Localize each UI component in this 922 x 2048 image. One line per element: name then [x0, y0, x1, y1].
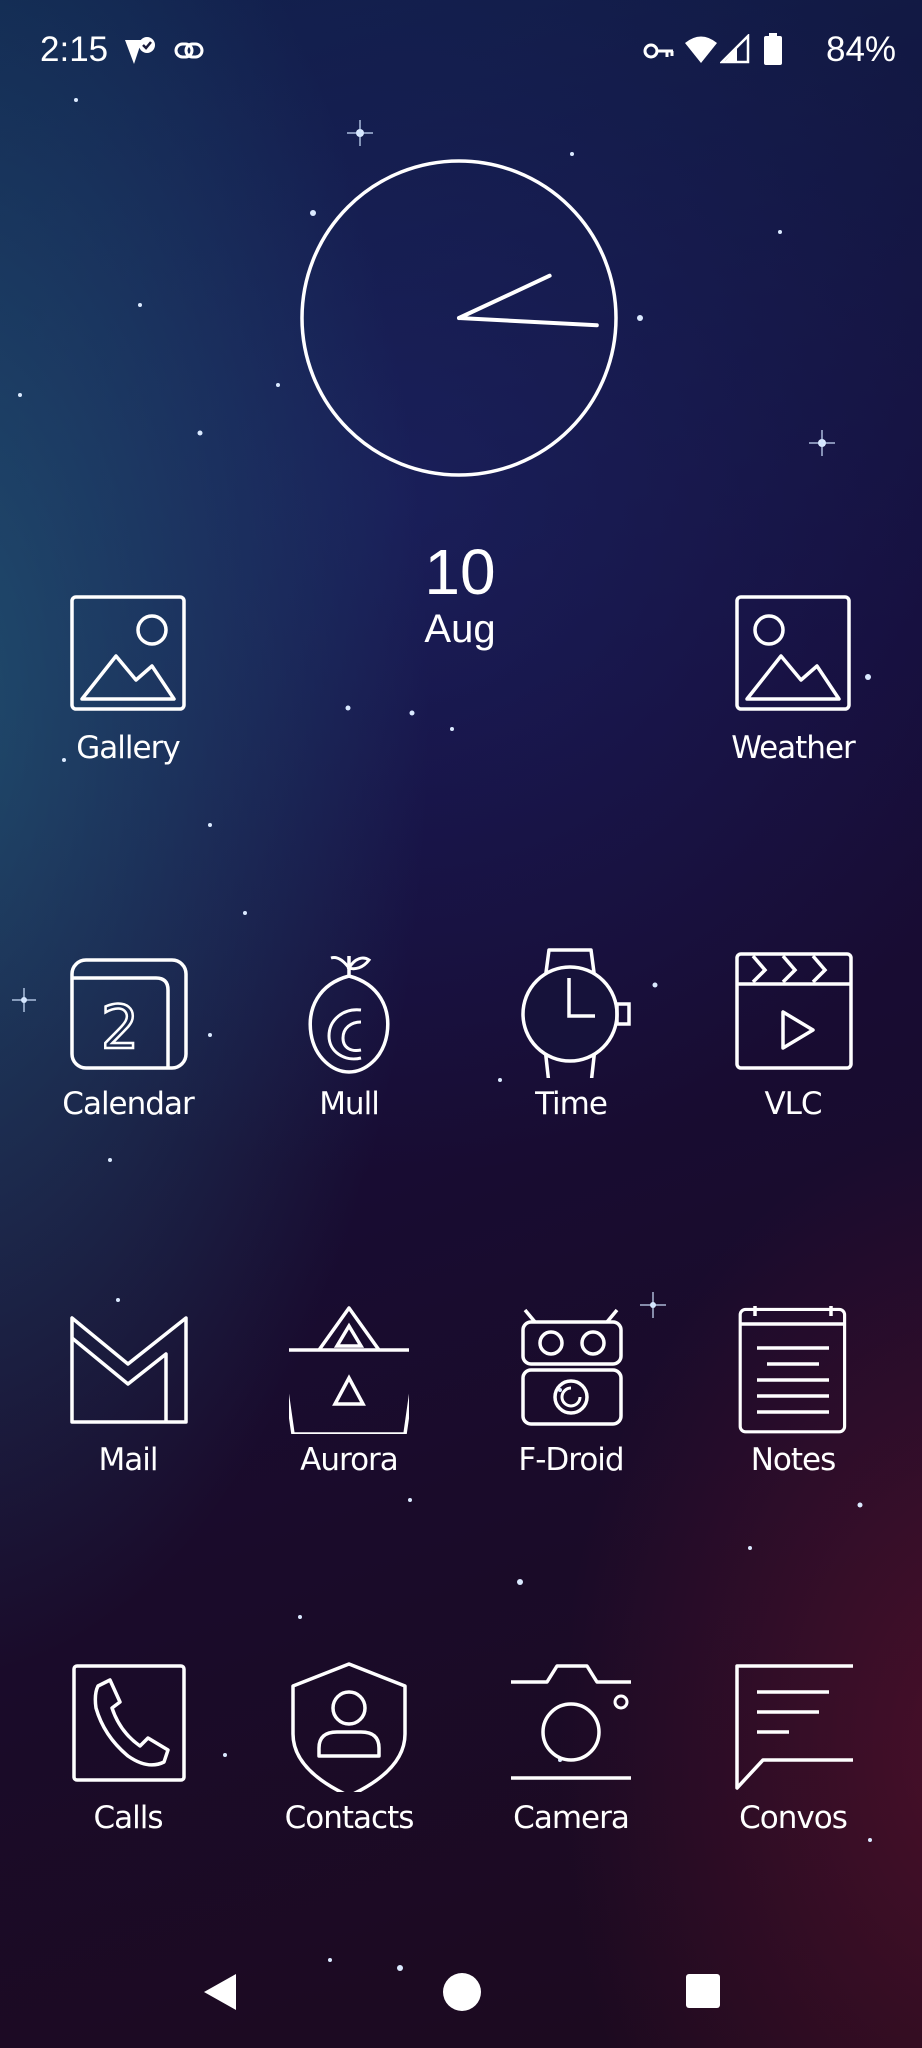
app-label: Camera — [513, 1800, 630, 1836]
image-icon — [735, 595, 851, 711]
wifi-icon — [685, 36, 717, 63]
app-label: Notes — [750, 1442, 837, 1478]
app-convos[interactable]: Convos — [693, 1662, 893, 1862]
recents-button[interactable] — [683, 1971, 723, 2011]
app-fdroid[interactable]: F-Droid — [471, 1304, 671, 1504]
svg-text:2: 2 — [101, 993, 139, 1063]
date-day: 10 — [424, 536, 496, 608]
onion-icon — [308, 956, 390, 1074]
back-button[interactable] — [198, 1970, 242, 2014]
basket-icon — [289, 1306, 409, 1434]
home-button[interactable] — [440, 1970, 484, 2014]
phone-icon — [72, 1664, 186, 1782]
app-label: Contacts — [284, 1800, 415, 1836]
app-label: F-Droid — [518, 1442, 624, 1478]
app-label: Convos — [739, 1800, 848, 1836]
shield-check-notification-icon — [125, 37, 155, 64]
app-label: VLC — [764, 1086, 822, 1122]
app-camera[interactable]: Camera — [471, 1662, 671, 1862]
camera-icon — [511, 1664, 631, 1780]
clock-hour-hand — [457, 273, 552, 320]
battery-icon — [764, 33, 782, 65]
link-icon — [174, 42, 204, 59]
image-icon — [70, 595, 186, 711]
app-gallery[interactable]: Gallery — [28, 592, 228, 792]
app-calls[interactable]: Calls — [28, 1662, 228, 1862]
app-label: Time — [535, 1086, 608, 1122]
app-aurora[interactable]: Aurora — [249, 1304, 449, 1504]
shield-person-icon — [291, 1662, 407, 1792]
calendar-icon: 2 — [70, 958, 188, 1070]
chat-icon — [735, 1664, 853, 1790]
battery-percent: 84% — [826, 30, 897, 69]
status-bar: 2:15 84% — [0, 0, 922, 104]
app-label: Aurora — [300, 1442, 399, 1478]
watch-icon — [521, 948, 631, 1078]
app-label: Mull — [319, 1086, 380, 1122]
app-notes[interactable]: Notes — [693, 1304, 893, 1504]
app-mail[interactable]: Mail — [28, 1304, 228, 1504]
app-calendar[interactable]: 2 Calendar — [28, 948, 228, 1148]
date-month: Aug — [424, 607, 496, 651]
app-label: Calls — [93, 1800, 163, 1836]
app-label: Calendar — [62, 1086, 194, 1122]
app-label: Mail — [98, 1442, 159, 1478]
clapperboard-icon — [735, 952, 853, 1070]
app-vlc[interactable]: VLC — [693, 948, 893, 1148]
app-contacts[interactable]: Contacts — [249, 1662, 449, 1862]
status-time: 2:15 — [40, 30, 109, 69]
navigation-bar — [0, 1940, 922, 2048]
analog-clock-widget[interactable] — [299, 158, 619, 478]
app-weather[interactable]: Weather — [693, 592, 893, 792]
app-mull[interactable]: Mull — [249, 948, 449, 1148]
cellular-signal-icon — [720, 34, 750, 64]
app-label: Gallery — [76, 730, 180, 766]
app-time[interactable]: Time — [471, 948, 671, 1148]
mail-icon — [70, 1316, 188, 1424]
vpn-key-icon — [643, 43, 674, 59]
app-label: Weather — [731, 730, 856, 766]
notepad-icon — [738, 1306, 847, 1434]
clock-minute-hand — [457, 316, 599, 328]
robot-icon — [521, 1308, 623, 1426]
